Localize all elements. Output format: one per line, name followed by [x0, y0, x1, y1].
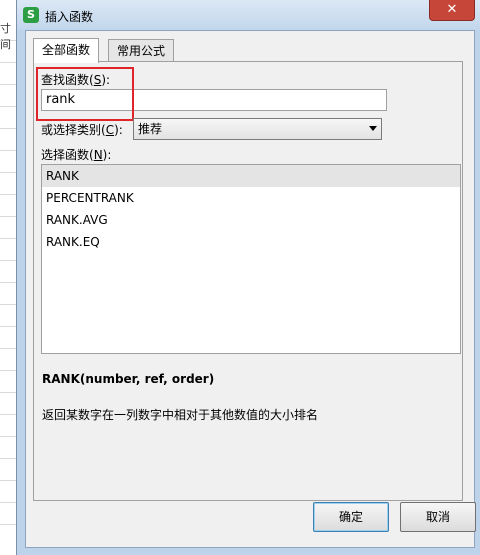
list-item-rank-eq[interactable]: RANK.EQ [42, 231, 460, 253]
search-label: 查找函数(S): [41, 73, 111, 87]
insert-function-dialog: S 插入函数 ✕ 全部函数 常用公式 查找函数(S): 或选择类别(C): 推荐… [16, 0, 480, 555]
function-description: 返回某数字在一列数字中相对于其他数值的大小排名 [42, 408, 319, 422]
list-item-rank-avg[interactable]: RANK.AVG [42, 209, 460, 231]
close-button[interactable]: ✕ [429, 0, 475, 21]
category-label: 或选择类别(C): [41, 123, 123, 137]
function-signature: RANK(number, ref, order) [42, 372, 215, 386]
cancel-button[interactable]: 取消 [400, 502, 476, 532]
ok-button[interactable]: 确定 [313, 502, 389, 532]
tab-panel: 查找函数(S): 或选择类别(C): 推荐 选择函数(N): RANK PERC… [33, 61, 463, 501]
category-selected-value: 推荐 [138, 122, 163, 136]
dialog-title: 插入函数 [45, 10, 94, 24]
search-input[interactable] [41, 89, 387, 111]
dropdown-arrow-icon [369, 126, 377, 131]
list-item-percentrank[interactable]: PERCENTRANK [42, 187, 460, 209]
tab-common-formulas[interactable]: 常用公式 [108, 39, 175, 62]
dialog-client: 全部函数 常用公式 查找函数(S): 或选择类别(C): 推荐 选择函数(N):… [25, 30, 476, 548]
wps-app-icon: S [23, 7, 39, 23]
function-list-label: 选择函数(N): [41, 148, 112, 162]
list-item-rank[interactable]: RANK [42, 165, 460, 187]
function-listbox[interactable]: RANK PERCENTRANK RANK.AVG RANK.EQ [41, 164, 461, 354]
category-select[interactable]: 推荐 [133, 118, 382, 140]
title-bar[interactable]: S 插入函数 ✕ [17, 0, 480, 30]
tab-all-functions[interactable]: 全部函数 [33, 38, 100, 63]
